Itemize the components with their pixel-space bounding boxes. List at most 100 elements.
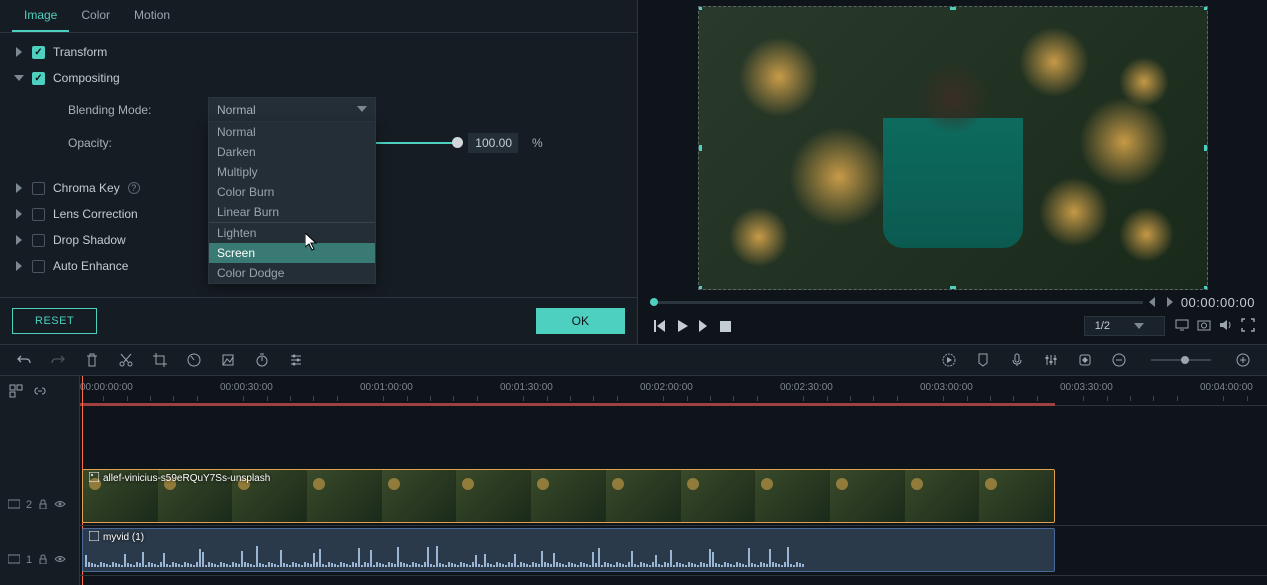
display-icon[interactable] — [1175, 318, 1189, 335]
volume-icon[interactable] — [1219, 318, 1233, 335]
clip-video[interactable]: myvid (1) — [82, 528, 1055, 572]
tab-image[interactable]: Image — [12, 0, 69, 32]
fullscreen-icon[interactable] — [1241, 318, 1255, 335]
track-1[interactable]: myvid (1) — [80, 526, 1267, 576]
chevron-right-icon — [14, 235, 24, 245]
clip-name: allef-vinicius-s59eRQuY7Ss-unsplash — [103, 473, 270, 484]
transform-checkbox[interactable] — [32, 46, 45, 59]
render-icon[interactable] — [941, 352, 957, 368]
dropdown-item-normal[interactable]: Normal — [209, 122, 375, 142]
undo-icon[interactable] — [16, 352, 32, 368]
timeline: 2 1 00:00:00:0000:00:30:0000:01:00:0000:… — [0, 376, 1267, 585]
eye-icon[interactable] — [54, 554, 66, 567]
zoom-slider[interactable] — [1151, 359, 1211, 361]
track-manage-icon[interactable] — [8, 383, 24, 399]
zoom-in-icon[interactable] — [1235, 352, 1251, 368]
dropdown-item-screen[interactable]: Screen — [209, 243, 375, 263]
opacity-value[interactable]: 100.00 — [468, 133, 518, 153]
chevron-right-icon — [14, 183, 24, 193]
ruler-tick: 00:00:00:00 — [80, 382, 133, 393]
lens-correction-checkbox[interactable] — [32, 208, 45, 221]
stop-icon[interactable] — [720, 320, 731, 332]
timeline-ruler[interactable]: 00:00:00:0000:00:30:0000:01:00:0000:01:3… — [80, 376, 1267, 406]
link-icon[interactable] — [32, 383, 48, 399]
voiceover-icon[interactable] — [1009, 352, 1025, 368]
inspector-tabs: Image Color Motion — [0, 0, 637, 33]
speed-icon[interactable] — [186, 352, 202, 368]
section-compositing[interactable]: Compositing — [0, 65, 637, 91]
dropdown-item-linearburn[interactable]: Linear Burn — [209, 202, 375, 222]
section-transform[interactable]: Transform — [0, 39, 637, 65]
preview-page-select[interactable]: 1/2 — [1084, 316, 1165, 336]
ruler-tick: 00:03:00:00 — [920, 382, 973, 393]
settings-icon[interactable] — [288, 352, 304, 368]
clip-name: myvid (1) — [103, 532, 144, 543]
preview-page-value: 1/2 — [1095, 320, 1110, 332]
lock-icon[interactable] — [38, 499, 48, 512]
zoom-out-icon[interactable] — [1111, 352, 1127, 368]
step-forward-icon[interactable] — [698, 320, 710, 332]
image-icon — [89, 472, 99, 485]
compositing-label: Compositing — [53, 71, 120, 85]
snapshot-icon[interactable] — [1197, 318, 1211, 335]
ruler-tick: 00:03:30:00 — [1060, 382, 1113, 393]
blending-mode-select[interactable]: Normal — [208, 97, 376, 123]
chevron-down-icon — [14, 73, 24, 83]
step-back-icon[interactable] — [654, 320, 666, 332]
duration-icon[interactable] — [254, 352, 270, 368]
clip-image[interactable]: allef-vinicius-s59eRQuY7Ss-unsplash — [82, 469, 1055, 523]
track-2[interactable]: allef-vinicius-s59eRQuY7Ss-unsplash — [80, 466, 1267, 526]
marker-icon[interactable] — [975, 352, 991, 368]
blending-mode-value: Normal — [217, 103, 256, 117]
cursor-icon — [305, 233, 319, 251]
transform-label: Transform — [53, 45, 107, 59]
play-icon[interactable] — [676, 320, 688, 332]
auto-enhance-checkbox[interactable] — [32, 260, 45, 273]
dropdown-item-darken[interactable]: Darken — [209, 142, 375, 162]
tab-motion[interactable]: Motion — [122, 0, 182, 32]
eye-icon[interactable] — [54, 499, 66, 512]
redo-icon[interactable] — [50, 352, 66, 368]
blending-mode-label: Blending Mode: — [68, 103, 198, 117]
ruler-tick: 00:02:30:00 — [780, 382, 833, 393]
chevron-right-icon — [14, 209, 24, 219]
dropdown-item-colorburn[interactable]: Color Burn — [209, 182, 375, 202]
mixer-icon[interactable] — [1043, 352, 1059, 368]
chevron-right-icon — [14, 261, 24, 271]
keyframe-icon[interactable] — [1077, 352, 1093, 368]
chroma-key-checkbox[interactable] — [32, 182, 45, 195]
drop-shadow-label: Drop Shadow — [53, 233, 126, 247]
compositing-checkbox[interactable] — [32, 72, 45, 85]
ruler-tick: 00:01:00:00 — [360, 382, 413, 393]
preview-viewport[interactable] — [698, 6, 1208, 290]
track-number: 1 — [26, 554, 32, 566]
ok-button[interactable]: OK — [536, 308, 625, 334]
inspector-panel: Image Color Motion Transform Compositing — [0, 0, 638, 344]
lens-correction-label: Lens Correction — [53, 207, 138, 221]
split-icon[interactable] — [118, 352, 134, 368]
crop-icon[interactable] — [152, 352, 168, 368]
prev-clip-icon[interactable] — [1149, 297, 1159, 307]
chevron-right-icon — [14, 47, 24, 57]
next-clip-icon[interactable] — [1163, 297, 1173, 307]
track-header-2: 2 — [0, 475, 79, 535]
dropdown-item-lighten[interactable]: Lighten — [209, 222, 375, 243]
drop-shadow-checkbox[interactable] — [32, 234, 45, 247]
opacity-unit: % — [528, 136, 543, 150]
auto-enhance-label: Auto Enhance — [53, 259, 128, 273]
delete-icon[interactable] — [84, 352, 100, 368]
preview-scrubber[interactable] — [650, 301, 1143, 304]
blending-mode-dropdown: Normal Darken Multiply Color Burn Linear… — [208, 121, 376, 284]
tab-color[interactable]: Color — [69, 0, 122, 32]
track-number: 2 — [26, 499, 32, 511]
dropdown-item-multiply[interactable]: Multiply — [209, 162, 375, 182]
color-icon[interactable] — [220, 352, 236, 368]
lock-icon[interactable] — [38, 554, 48, 567]
track-video-icon — [8, 498, 20, 513]
reset-button[interactable]: RESET — [12, 308, 97, 334]
dropdown-item-colordodge[interactable]: Color Dodge — [209, 263, 375, 283]
help-icon[interactable]: ? — [128, 182, 140, 194]
timeline-toolbar — [0, 344, 1267, 376]
ruler-tick: 00:04:00:00 — [1200, 382, 1253, 393]
chevron-down-icon — [357, 103, 367, 117]
